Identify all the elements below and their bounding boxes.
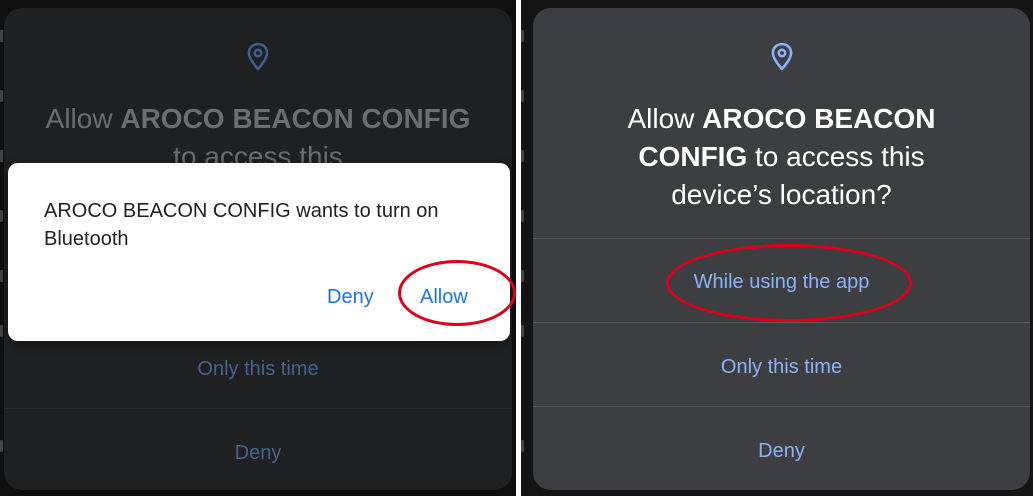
- right-screenshot: Allow AROCO BEACON CONFIG to access this…: [521, 0, 1033, 496]
- location-permission-sheet: Allow AROCO BEACON CONFIG to access this…: [533, 8, 1030, 490]
- only-this-time-option[interactable]: Only this time: [533, 356, 1030, 379]
- left-screenshot: Allow AROCO BEACON CONFIG to access this…: [0, 0, 516, 496]
- location-pin-icon: [247, 42, 269, 71]
- while-using-app-option[interactable]: While using the app: [533, 271, 1030, 294]
- title-prefix: Allow: [45, 103, 121, 134]
- permission-title: Allow AROCO BEACON CONFIG to access this…: [533, 100, 1030, 214]
- allow-button[interactable]: Allow: [420, 286, 468, 309]
- only-this-time-option[interactable]: Only this time: [4, 358, 512, 381]
- title-app-name: AROCO BEACON CONFIG: [120, 103, 471, 134]
- deny-option[interactable]: Deny: [533, 440, 1030, 463]
- title-prefix: Allow: [627, 103, 703, 134]
- divider: [533, 238, 1030, 239]
- background-edge: [521, 0, 529, 496]
- bluetooth-dialog: AROCO BEACON CONFIG wants to turn on Blu…: [8, 163, 510, 341]
- title-app-name-line2: CONFIG: [638, 141, 748, 172]
- title-suffix: to access this: [747, 141, 925, 172]
- location-pin-icon: [771, 42, 792, 71]
- title-line3: device’s location?: [671, 179, 892, 210]
- divider: [533, 322, 1030, 323]
- deny-option[interactable]: Deny: [4, 442, 512, 465]
- divider: [533, 406, 1030, 407]
- dialog-message: AROCO BEACON CONFIG wants to turn on Blu…: [44, 200, 439, 250]
- divider: [4, 408, 512, 409]
- deny-button[interactable]: Deny: [327, 286, 374, 309]
- title-app-name-line1: AROCO BEACON: [702, 103, 936, 134]
